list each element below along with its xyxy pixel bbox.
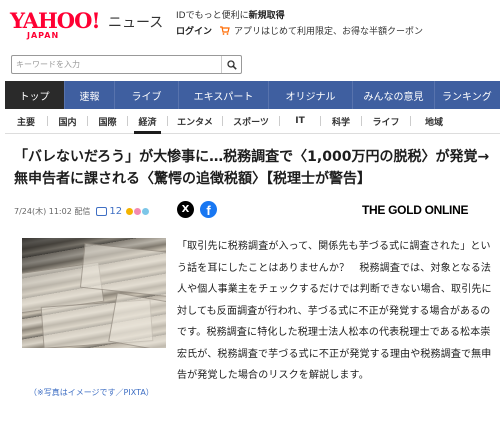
signup-promo: IDでもっと便利に新規取得: [176, 8, 285, 21]
yahoo-japan-logo[interactable]: YAHOO! JAPAN: [10, 10, 106, 42]
facebook-icon: f: [206, 203, 211, 218]
site-header: YAHOO! JAPAN ニュース IDでもっと便利に新規取得 ログイン アプリ…: [0, 0, 500, 44]
comment-link[interactable]: 12: [96, 206, 122, 217]
reaction-emoji-icon: [141, 206, 151, 216]
share-facebook-button[interactable]: f: [200, 201, 217, 218]
signup-promo-text: IDでもっと便利に: [176, 11, 249, 21]
logo-subtext: JAPAN: [27, 31, 60, 40]
article-meta: 7/24(木) 11:02 配信 12: [14, 203, 151, 219]
nav-opinion[interactable]: みんなの意見: [353, 81, 435, 109]
article-date: 7/24(木) 11:02 配信: [14, 206, 91, 216]
search-icon: [226, 59, 237, 70]
category-main[interactable]: 主要: [5, 109, 47, 134]
category-international[interactable]: 国際: [88, 109, 127, 134]
nav-original[interactable]: オリジナル: [269, 81, 353, 109]
nav-ranking[interactable]: ランキング: [435, 81, 500, 109]
category-entertainment[interactable]: エンタメ: [168, 109, 222, 134]
service-name[interactable]: ニュース: [108, 12, 163, 32]
share-x-button[interactable]: X: [177, 201, 194, 218]
category-sports[interactable]: スポーツ: [223, 109, 279, 134]
search-button[interactable]: [221, 56, 241, 73]
category-local[interactable]: 地域: [411, 109, 457, 134]
category-life[interactable]: ライフ: [362, 109, 410, 134]
article-image[interactable]: [22, 238, 166, 348]
article-headline: 「バレないだろう」が大惨事に…税務調査で〈1,000万円の脱税〉が発覚→無申告者…: [14, 149, 490, 187]
cart-icon: [220, 26, 230, 35]
reaction-icons[interactable]: [125, 206, 151, 216]
comment-icon: [96, 206, 108, 216]
comment-count: 12: [109, 205, 123, 217]
signup-link[interactable]: 新規取得: [249, 11, 285, 21]
article-source[interactable]: THE GOLD ONLINE: [362, 203, 468, 217]
image-caption: （※写真はイメージです／PIXTA）: [29, 388, 154, 397]
app-coupon-link[interactable]: アプリはじめて利用限定、お得な半額クーポン: [234, 24, 423, 37]
category-economy[interactable]: 経済: [128, 109, 167, 134]
x-icon: X: [181, 204, 190, 215]
login-link[interactable]: ログイン: [176, 24, 212, 37]
main-nav: トップ 速報 ライブ エキスパート オリジナル みんなの意見 ランキング: [5, 81, 500, 109]
category-domestic[interactable]: 国内: [48, 109, 87, 134]
nav-expert[interactable]: エキスパート: [179, 81, 269, 109]
nav-breaking[interactable]: 速報: [65, 81, 115, 109]
nav-top[interactable]: トップ: [5, 81, 65, 109]
category-it[interactable]: IT: [280, 109, 320, 134]
nav-live[interactable]: ライブ: [115, 81, 179, 109]
login-promo: ログイン アプリはじめて利用限定、お得な半額クーポン: [176, 24, 423, 37]
search-box: [11, 55, 242, 74]
category-science[interactable]: 科学: [321, 109, 361, 134]
search-input[interactable]: [12, 56, 220, 73]
logo-text: YAHOO!: [10, 8, 101, 33]
article-body: 「取引先に税務調査が入って、関係先も芋づる式に調査された」という話を耳にしたこと…: [177, 241, 492, 381]
category-nav: 主要 国内 国際 経済 エンタメ スポーツ IT 科学 ライフ 地域: [5, 109, 500, 134]
